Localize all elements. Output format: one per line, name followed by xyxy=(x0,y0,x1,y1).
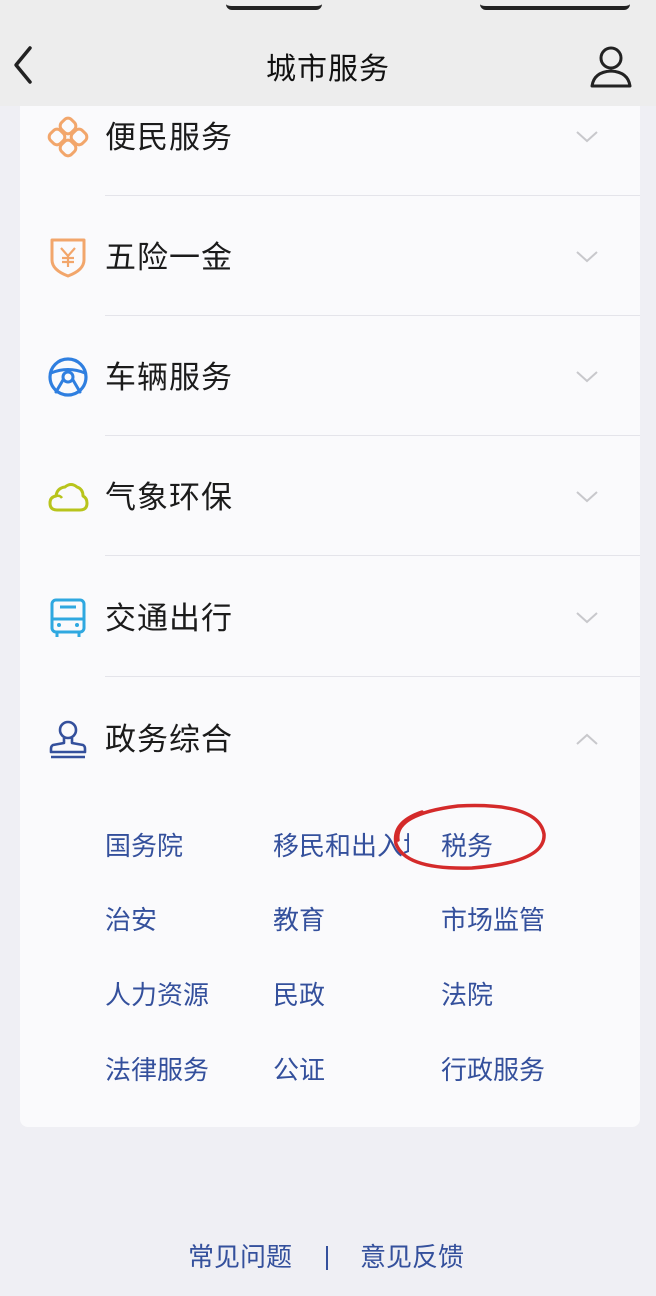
faq-link[interactable]: 常见问题 xyxy=(188,1240,292,1276)
sub-item-tax[interactable]: 税务 xyxy=(441,830,493,864)
steering-wheel-icon xyxy=(48,357,88,397)
category-label: 便民服务 xyxy=(105,120,233,156)
category-row-transport[interactable]: 交通出行 xyxy=(20,557,640,677)
row-divider xyxy=(105,676,640,677)
category-label: 车辆服务 xyxy=(105,360,233,396)
category-row-vehicle[interactable]: 车辆服务 xyxy=(20,316,640,436)
bus-icon xyxy=(50,598,86,637)
status-bar xyxy=(0,0,656,14)
category-row-government[interactable]: 政务综合 xyxy=(20,678,640,798)
sub-item-immigration[interactable]: 移民和出入境 xyxy=(273,830,409,864)
category-label: 五险一金 xyxy=(105,240,233,276)
sub-item-human-resources[interactable]: 人力资源 xyxy=(105,979,209,1013)
status-bar-left xyxy=(226,0,322,10)
knot-icon xyxy=(47,116,89,158)
stamp-icon xyxy=(49,720,87,759)
service-card: 便民服务 五险一金 车辆服务 气象环保 交通出行 政务综合 国务院 移民和出入 … xyxy=(20,106,640,1127)
sub-item-state-council[interactable]: 国务院 xyxy=(105,830,183,864)
feedback-link[interactable]: 意见反馈 xyxy=(360,1240,464,1276)
sub-item-administrative-services[interactable]: 行政服务 xyxy=(441,1054,545,1088)
chevron-down-icon xyxy=(576,491,598,503)
sub-item-legal-services[interactable]: 法律服务 xyxy=(105,1054,209,1088)
footer: 常见问题 意见反馈 xyxy=(0,1240,656,1280)
chevron-down-icon xyxy=(576,131,598,143)
chevron-down-icon xyxy=(576,612,598,624)
category-label: 政务综合 xyxy=(105,722,233,758)
row-divider xyxy=(105,555,640,556)
category-row-insurance[interactable]: 五险一金 xyxy=(20,196,640,316)
sub-item-notary[interactable]: 公证 xyxy=(273,1054,325,1088)
category-label: 交通出行 xyxy=(105,601,233,637)
shield-yuan-icon xyxy=(50,238,86,278)
status-bar-right xyxy=(480,0,630,10)
category-label: 气象环保 xyxy=(105,480,233,516)
sub-item-civil-affairs[interactable]: 民政 xyxy=(273,979,325,1013)
cloud-icon xyxy=(48,483,89,512)
chevron-down-icon xyxy=(576,251,598,263)
chevron-down-icon xyxy=(576,371,598,383)
category-row-weather[interactable]: 气象环保 xyxy=(20,436,640,556)
sub-item-court[interactable]: 法院 xyxy=(441,979,493,1013)
footer-separator xyxy=(326,1246,328,1270)
sub-item-market-regulation[interactable]: 市场监管 xyxy=(441,904,545,938)
category-row-convenience[interactable]: 便民服务 xyxy=(20,76,640,196)
sub-item-public-security[interactable]: 治安 xyxy=(105,904,157,938)
chevron-up-icon xyxy=(576,733,598,745)
sub-item-education[interactable]: 教育 xyxy=(273,904,325,938)
